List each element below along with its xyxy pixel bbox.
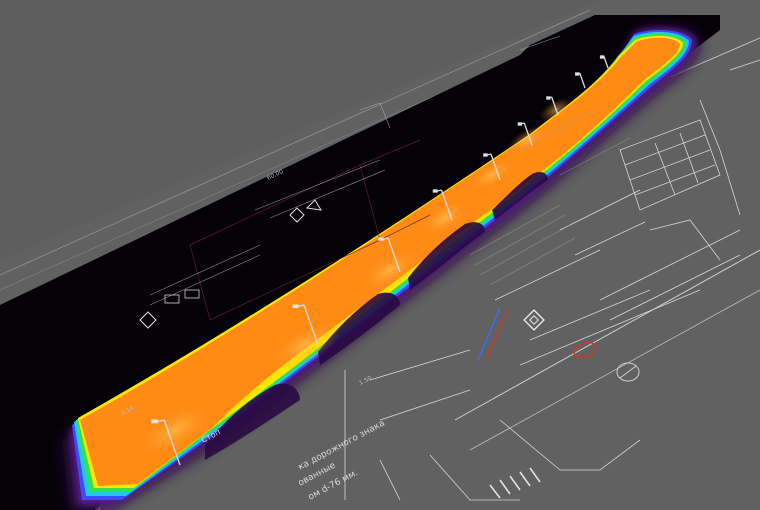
render-viewport[interactable]: ка дорожного знака ованные ом d-76 мм. С… [0, 0, 760, 510]
lighting-scene: ка дорожного знака ованные ом d-76 мм. С… [0, 0, 760, 510]
